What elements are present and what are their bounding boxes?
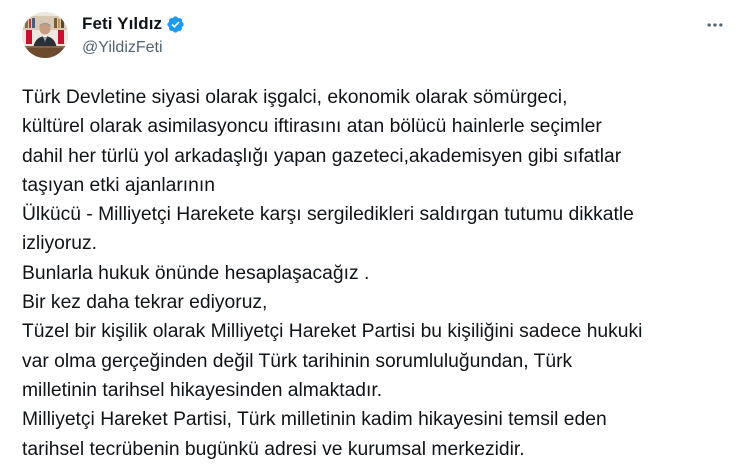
- author-info: Feti Yıldız @YildizFeti: [82, 13, 185, 57]
- tweet-text-line: taşıyan etki ajanlarının: [22, 174, 215, 196]
- tweet-text-line: Milliyetçi Hareket Partisi, Türk milleti…: [22, 409, 607, 431]
- tweet-card: Feti Yıldız @YildizFeti Türk Devletine s…: [0, 0, 744, 470]
- tweet-text-line: izliyoruz.: [22, 233, 97, 255]
- author-display-name[interactable]: Feti Yıldız: [82, 14, 162, 34]
- tweet-text-line: Türk Devletine siyasi olarak işgalci, ek…: [22, 87, 568, 108]
- tweet-text-line: kültürel olarak asimilasyoncu iftirasını…: [22, 116, 602, 138]
- more-options-icon[interactable]: [704, 14, 726, 36]
- tweet-text-line: tarihsel tecrübenin bugünkü adresi ve ku…: [22, 438, 525, 460]
- tweet-text-line: var olma gerçeğinden değil Türk tarihini…: [22, 350, 573, 372]
- tweet-text-line: Ülkücü - Milliyetçi Harekete karşı sergi…: [22, 204, 634, 226]
- tweet-text-line: Bir kez daha tekrar ediyoruz,: [22, 292, 268, 314]
- tweet-text-line: Bunlarla hukuk önünde hesaplaşacağız .: [22, 262, 370, 284]
- verified-badge-icon[interactable]: [166, 15, 185, 34]
- avatar-image: [22, 12, 68, 58]
- avatar[interactable]: [22, 12, 68, 58]
- tweet-text-line: dahil her türlü yol arkadaşlığı yapan ga…: [22, 145, 622, 167]
- tweet-text-line: milletinin tarihsel hikayesinden almakta…: [22, 379, 383, 401]
- author-name-row: Feti Yıldız: [82, 13, 185, 35]
- tweet-text-line: Tüzel bir kişilik olarak Milliyetçi Hare…: [22, 321, 643, 343]
- tweet-text: Türk Devletine siyasi olarak işgalci, ek…: [22, 83, 738, 464]
- author-handle[interactable]: @YildizFeti: [82, 39, 185, 57]
